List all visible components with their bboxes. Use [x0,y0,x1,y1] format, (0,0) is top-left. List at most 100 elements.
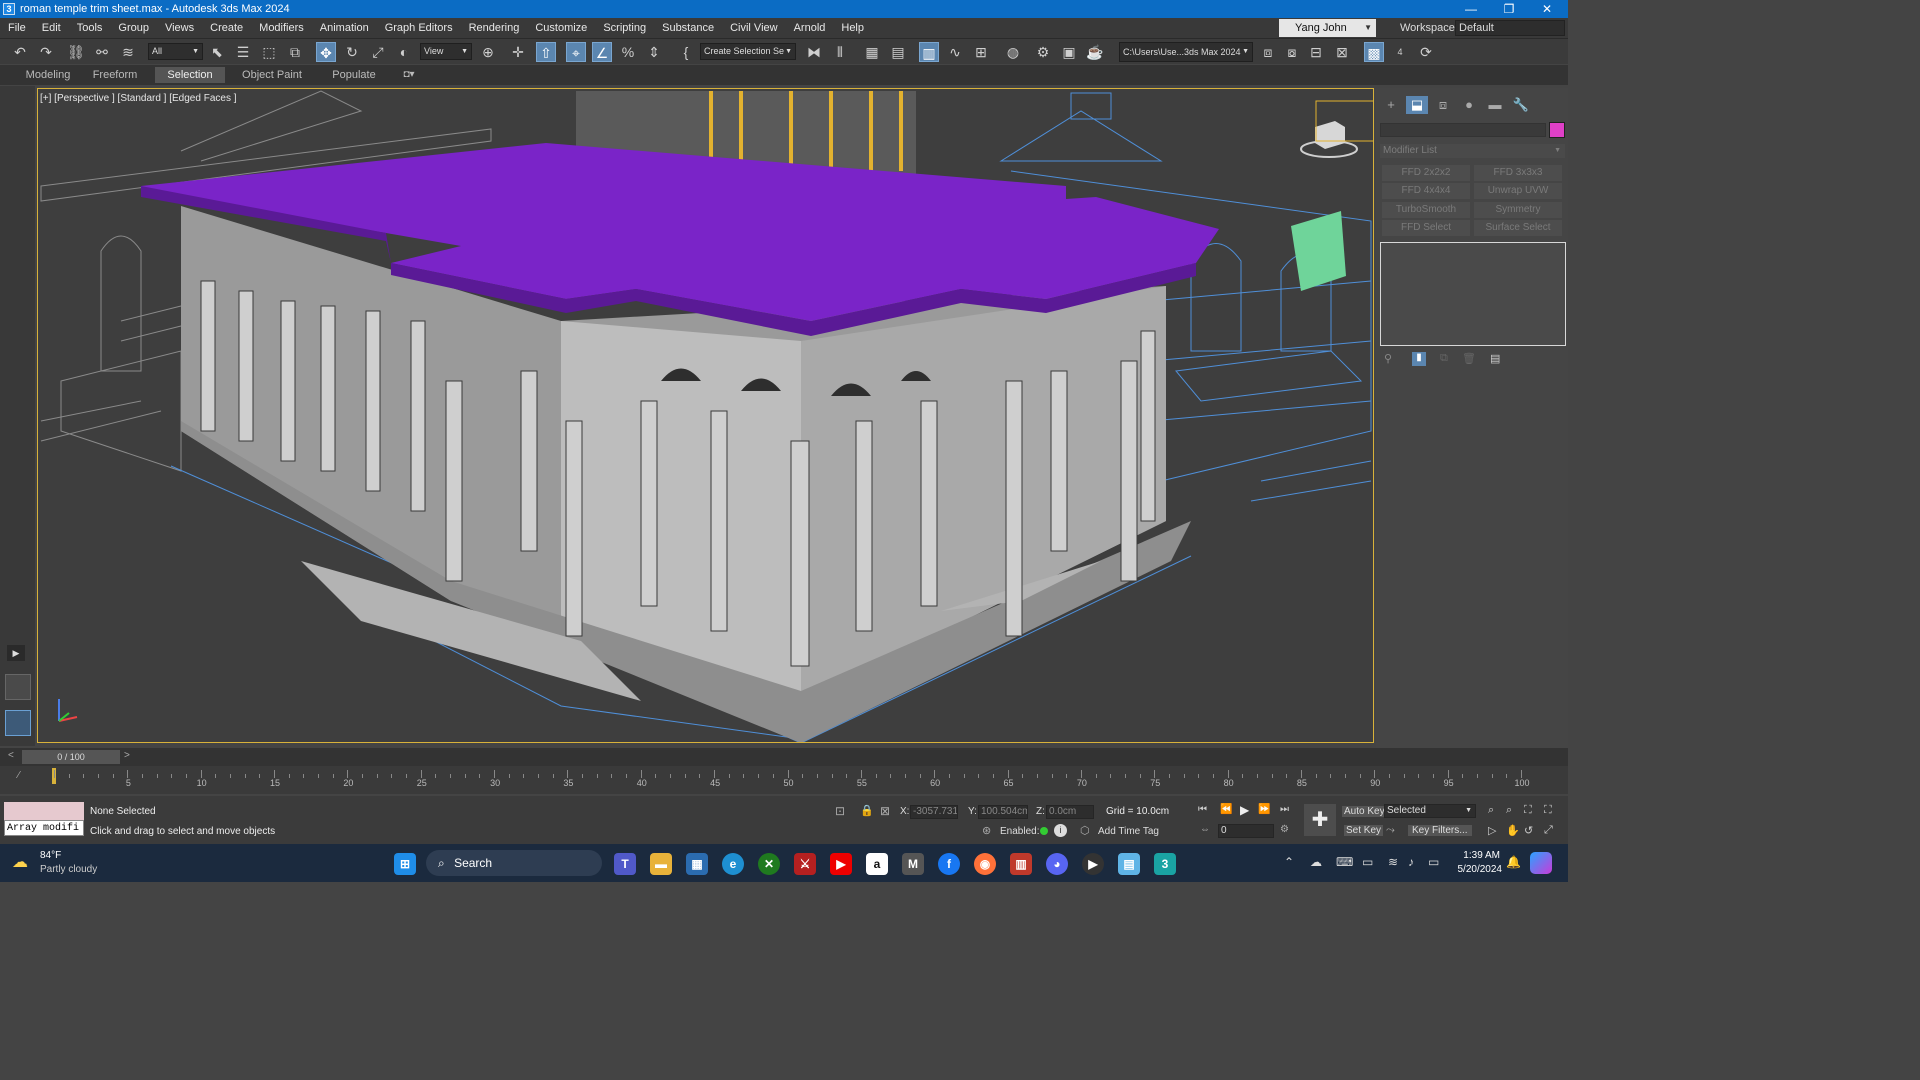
open-file-icon[interactable]: ⧈ [1258,42,1278,62]
redo-icon[interactable]: ↷ [36,42,56,62]
pan-view-icon[interactable]: ✋ [1506,824,1520,838]
spinner-snap-icon[interactable]: ⇕ [644,42,664,62]
pin-stack-icon[interactable]: ⚲ [1384,352,1398,366]
rendered-frame-window-icon[interactable]: ▣ [1059,42,1079,62]
set-project-icon[interactable]: ⊠ [1332,42,1352,62]
select-and-rotate-icon[interactable]: ↻ [342,42,362,62]
bind-space-warp-icon[interactable]: ≋ [118,42,138,62]
manipulate-icon[interactable]: ✛ [508,42,528,62]
select-object-icon[interactable]: ⬉ [207,42,227,62]
add-time-tag-label[interactable]: Add Time Tag [1098,826,1159,837]
copilot-icon[interactable] [1530,852,1552,874]
menu-modifiers[interactable]: Modifiers [251,18,312,38]
next-frame-icon[interactable]: > [124,750,136,764]
angle-snap-icon[interactable]: ∠ [592,42,612,62]
edge-icon[interactable]: e [722,853,744,875]
menu-views[interactable]: Views [157,18,202,38]
menu-arnold[interactable]: Arnold [786,18,834,38]
modifier-unwrap-uvw-button[interactable]: Unwrap UVW [1474,183,1562,199]
menu-substance[interactable]: Substance [654,18,722,38]
maxscript-listener-pink[interactable] [4,802,84,820]
track-bar[interactable]: ⁄ 5 10 15 20 25 30 35 40 45 50 55 60 65 70 75 80 85 90 95 1… [0,766,1568,794]
configure-modifier-sets-icon[interactable]: ▤ [1490,352,1504,366]
tab-freeform[interactable]: Freeform [86,67,144,83]
clock-time[interactable]: 1:39 AM [1460,850,1500,861]
auto-backup-icon[interactable]: ▩ [1364,42,1384,62]
x-coordinate-field[interactable]: -3057.731c [910,805,958,819]
show-hidden-icons-icon[interactable]: ⌃ [1284,855,1294,869]
menu-graph-editors[interactable]: Graph Editors [377,18,461,38]
zoom-extents-icon[interactable]: ⛶ [1524,804,1538,818]
tab-selection[interactable]: Selection [155,67,225,83]
media-player-icon[interactable]: ▶ [1082,853,1104,875]
weather-condition[interactable]: Partly cloudy [40,864,97,875]
key-tangent-icon[interactable]: ⤳ [1386,824,1400,838]
link-icon[interactable]: ⛓ [66,42,86,62]
percent-snap-icon[interactable]: % [618,42,638,62]
menu-help[interactable]: Help [833,18,872,38]
y-coordinate-field[interactable]: 100.504cm [978,805,1028,819]
object-name-field[interactable] [1380,123,1546,137]
zoom-extents-all-icon[interactable]: ⛶ [1544,804,1558,818]
amazon-icon[interactable]: a [866,853,888,875]
battery-icon[interactable]: ▭ [1428,855,1439,869]
counter-badge[interactable]: 4 [1390,42,1410,62]
menu-animation[interactable]: Animation [312,18,377,38]
menu-edit[interactable]: Edit [34,18,69,38]
modifier-surface-select-button[interactable]: Surface Select [1474,220,1562,236]
notepad-icon[interactable]: ▤ [1118,853,1140,875]
workspace-select[interactable]: Default [1455,20,1565,36]
curve-editor-icon[interactable]: ∿ [945,42,965,62]
remove-modifier-icon[interactable]: 🗑 [1462,352,1476,366]
menu-customize[interactable]: Customize [527,18,595,38]
menu-group[interactable]: Group [110,18,157,38]
current-frame-field[interactable]: 0 [1218,824,1274,838]
previous-key-icon[interactable]: ⏪ [1220,804,1234,818]
notification-bell-icon[interactable]: 🔔 [1506,855,1521,869]
user-account-dropdown[interactable]: Yang John ▼ [1279,19,1376,37]
game-app-icon[interactable]: ⚔ [794,853,816,875]
menu-scripting[interactable]: Scripting [595,18,654,38]
render-setup-icon[interactable]: ⚙ [1033,42,1053,62]
set-key-mode-button[interactable]: Set Key [1344,825,1384,836]
store-icon[interactable]: ▦ [686,853,708,875]
layer-explorer-icon[interactable]: ▤ [888,42,908,62]
menu-file[interactable]: File [0,18,34,38]
maximize-viewport-icon[interactable]: ⤢ [1544,824,1558,838]
isolate-selection-icon[interactable]: ⊡ [835,804,851,820]
tab-populate[interactable]: Populate [322,67,386,83]
3dsmax-app-icon[interactable]: 3 [3,3,15,15]
display-tab-icon[interactable]: ▬ [1484,96,1506,114]
modifier-symmetry-button[interactable]: Symmetry [1474,202,1562,218]
app-m-icon[interactable]: M [902,853,924,875]
sync-icon[interactable]: ⟳ [1416,42,1436,62]
save-file-icon[interactable]: ⧇ [1282,42,1302,62]
create-tab-icon[interactable]: + [1380,96,1402,114]
ribbon-options-icon[interactable]: ◘▾ [398,67,420,83]
absolute-mode-icon[interactable]: ⊠ [880,804,894,820]
edit-named-selection-icon[interactable]: { [676,42,696,62]
time-tag-icon[interactable]: ⬡ [1080,824,1094,838]
maxscript-input[interactable]: Array modifi [4,820,84,836]
zoom-icon[interactable]: ⌕ [1488,804,1502,818]
menu-tools[interactable]: Tools [69,18,111,38]
clock-date[interactable]: 5/20/2024 [1452,864,1503,875]
layout-single-icon[interactable] [5,674,31,700]
file-explorer-icon[interactable]: ▬ [650,853,672,875]
tab-object-paint[interactable]: Object Paint [236,67,308,83]
material-editor-icon[interactable]: ◍ [1003,42,1023,62]
modifier-stack[interactable] [1380,242,1566,346]
utilities-tab-icon[interactable]: 🔧 [1510,96,1532,114]
selection-filter-dropdown[interactable]: All ▼ [148,43,203,60]
close-button[interactable]: ✕ [1528,0,1566,18]
taskbar-search[interactable]: ⌕ Search [426,850,602,876]
lock-selection-icon[interactable]: 🔒 [860,804,874,820]
time-slider[interactable]: 0 / 100 [22,750,120,764]
project-icon[interactable]: ⊟ [1306,42,1326,62]
firefox-icon[interactable]: ◉ [974,853,996,875]
weather-icon[interactable]: ☁ [12,852,36,874]
volume-icon[interactable]: ♪ [1408,855,1414,869]
show-end-result-icon[interactable]: ▮ [1412,352,1426,366]
modifier-list-dropdown[interactable]: Modifier List ▼ [1380,144,1565,158]
maximize-button[interactable]: ❐ [1490,0,1528,18]
